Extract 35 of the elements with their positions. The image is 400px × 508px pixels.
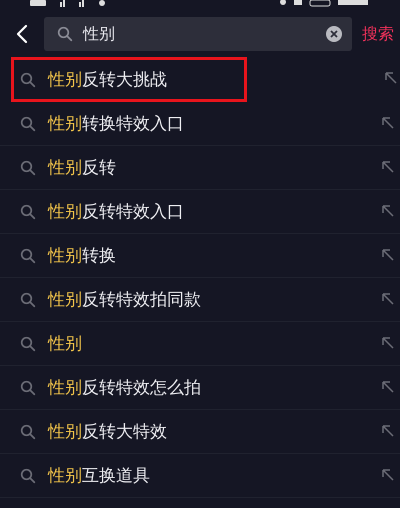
search-button[interactable]: 搜索 [362,24,394,44]
fill-arrow-icon[interactable] [381,380,394,393]
search-icon [20,116,36,132]
suggestion-item[interactable]: 性别转换特效入口 [0,102,400,146]
suggestion-item[interactable]: 性别转换 [0,234,400,278]
fill-arrow-icon[interactable] [381,204,394,217]
suggestion-item[interactable]: 性别互换道具 [0,454,400,498]
fill-arrow-icon[interactable] [381,336,394,349]
fill-arrow-icon[interactable] [381,248,394,261]
search-icon [20,248,36,264]
search-icon [20,160,36,176]
fill-arrow-icon[interactable] [381,292,394,305]
back-icon[interactable] [16,24,28,44]
search-icon [20,468,36,484]
search-icon [20,336,36,352]
search-icon [20,424,36,440]
suggestion-item[interactable]: 性别反转特效怎么拍 [0,366,400,410]
clear-icon[interactable] [326,26,342,42]
search-icon [20,204,36,220]
fill-arrow-icon[interactable] [381,468,394,481]
suggestion-item[interactable]: 性别反转特效入口 [0,190,400,234]
fill-arrow-icon[interactable] [381,424,394,437]
suggestion-item[interactable]: 性别反转大特效 [0,410,400,454]
search-icon [20,292,36,308]
search-icon [20,380,36,396]
fill-arrow-icon[interactable] [384,71,397,84]
suggestion-item[interactable]: 性别反转特效拍同款 [0,278,400,322]
fill-arrow-icon[interactable] [381,116,394,129]
suggestion-item[interactable]: 性别 [0,322,400,366]
suggestion-item[interactable]: 性别反转 [0,146,400,190]
search-icon [20,72,36,88]
search-field[interactable]: 性别 [44,17,352,51]
search-icon [57,26,73,42]
suggestion-item[interactable]: 性别反转大挑战 [11,57,247,102]
fill-arrow-icon[interactable] [381,160,394,173]
